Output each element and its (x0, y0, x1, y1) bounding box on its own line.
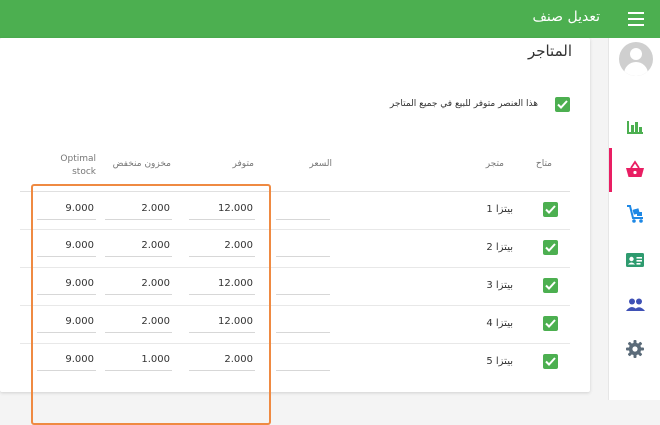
row-price-input[interactable] (276, 275, 330, 295)
col-header-available: متاح (535, 159, 552, 169)
row-store-name: بيتزا 2 (486, 242, 513, 253)
row-available-checkbox[interactable] (543, 240, 558, 255)
col-header-price: السعر (309, 159, 332, 169)
row-price-input[interactable] (276, 313, 330, 333)
top-app-bar: تعديل صنف (0, 0, 660, 38)
row-store-name: بيتزا 1 (486, 204, 513, 215)
gear-icon[interactable] (624, 338, 646, 360)
trolley-icon[interactable] (624, 203, 646, 225)
row-price-input[interactable] (276, 237, 330, 257)
active-indicator (609, 148, 612, 192)
row-store-name: بيتزا 5 (486, 356, 513, 367)
row-store-name: بيتزا 4 (486, 318, 513, 329)
side-nav-rail (608, 38, 660, 400)
col-header-store: متجر (485, 159, 504, 169)
section-title: المتاجر (527, 42, 572, 60)
bar-chart-icon[interactable] (624, 116, 646, 138)
row-available-checkbox[interactable] (543, 202, 558, 217)
row-store-name: بيتزا 3 (486, 280, 513, 291)
highlight-box (31, 184, 271, 425)
contact-card-icon[interactable] (624, 249, 646, 271)
available-all-checkbox[interactable] (555, 97, 570, 112)
stores-card: المتاجر هذا العنصر متوفر للبيع في جميع ا… (0, 38, 590, 425)
people-icon[interactable] (624, 294, 646, 316)
col-header-optimal-stock: Optimal stock (60, 154, 96, 177)
row-price-input[interactable] (276, 200, 330, 220)
row-available-checkbox[interactable] (543, 316, 558, 331)
row-available-checkbox[interactable] (543, 354, 558, 369)
row-price-input[interactable] (276, 351, 330, 371)
avatar[interactable] (619, 42, 653, 76)
col-header-in-stock: متوفر (232, 159, 254, 169)
page-title: تعديل صنف (532, 9, 600, 25)
col-header-low-stock: مخزون منخفض (112, 159, 171, 169)
basket-icon[interactable] (624, 159, 646, 181)
row-available-checkbox[interactable] (543, 278, 558, 293)
available-all-label: هذا العنصر متوفر للبيع في جميع المتاجر (389, 99, 538, 109)
menu-icon[interactable] (628, 12, 644, 26)
